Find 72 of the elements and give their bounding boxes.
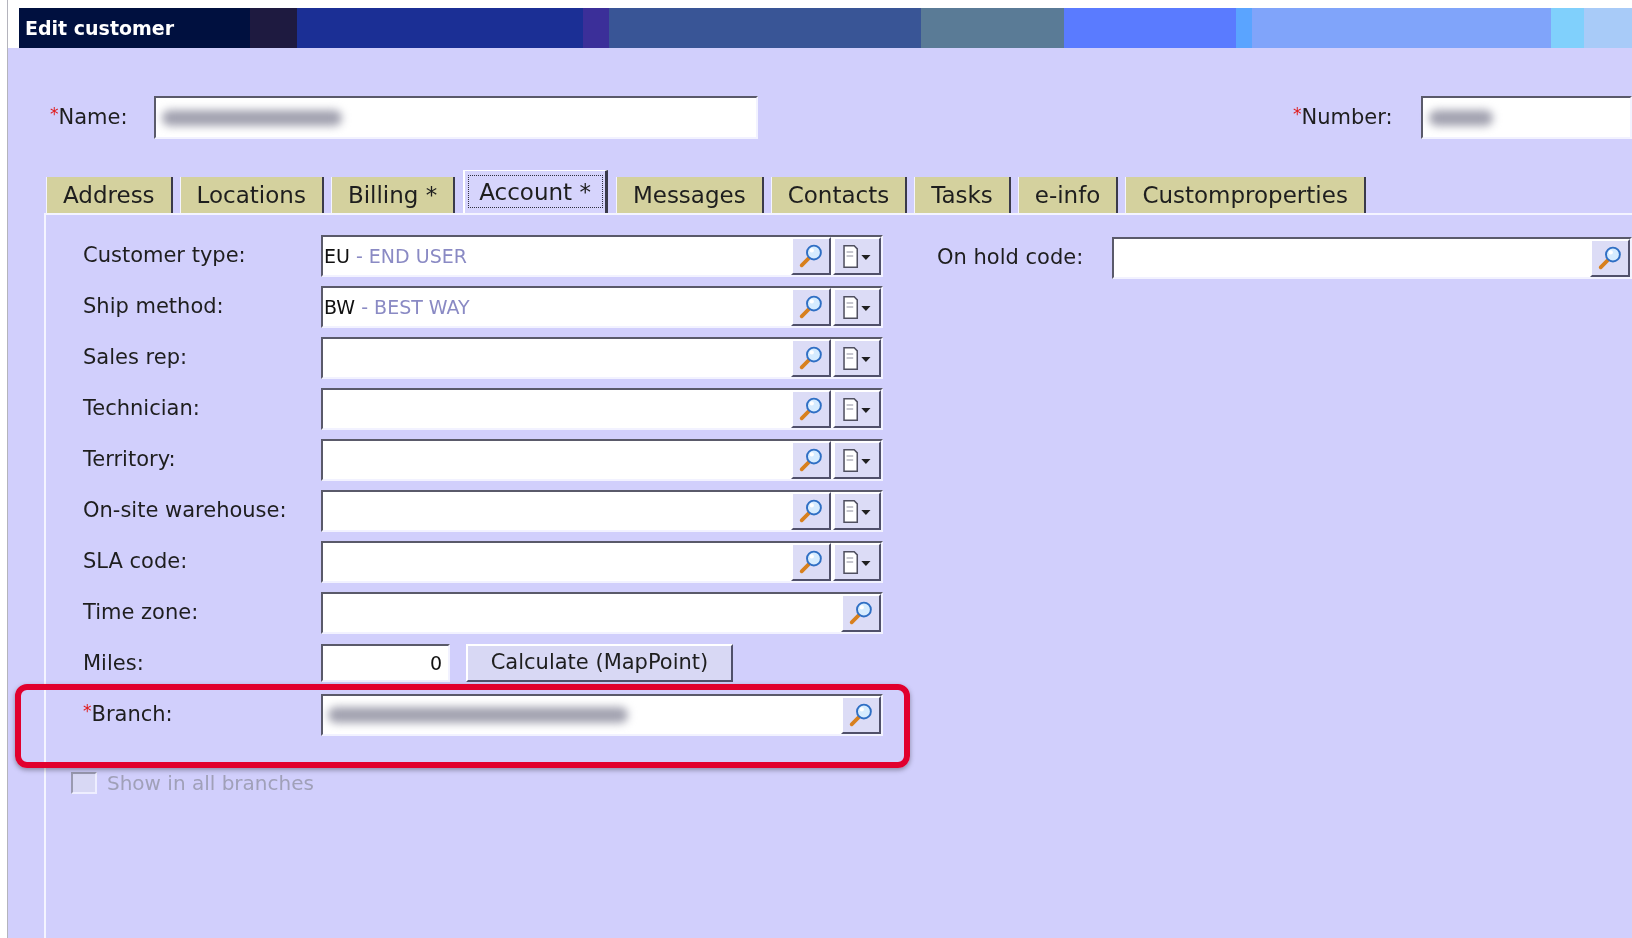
field-label: Sales rep: (83, 344, 188, 372)
tab[interactable]: Address (46, 177, 173, 213)
document-caret-icon (843, 295, 871, 319)
search-button[interactable] (791, 390, 831, 428)
field-label: Time zone: (83, 599, 199, 627)
lookup-field[interactable] (321, 337, 883, 379)
lookup-field[interactable] (321, 490, 883, 532)
text-field[interactable] (1421, 96, 1632, 139)
lookup-field[interactable]: EU - END USER (321, 235, 883, 277)
menu-button[interactable] (833, 441, 881, 479)
tab[interactable]: Tasks (914, 177, 1011, 213)
lookup-field[interactable] (321, 541, 883, 583)
tab[interactable]: e-info (1017, 177, 1119, 213)
lookup-field[interactable] (321, 694, 883, 736)
lookup-field[interactable] (321, 388, 883, 430)
tab[interactable]: Messages (615, 177, 764, 213)
tab[interactable]: Locations (179, 177, 324, 213)
menu-button[interactable] (833, 492, 881, 530)
document-caret-icon (843, 448, 871, 472)
number-field[interactable]: 0 (321, 644, 450, 682)
search-icon (799, 346, 823, 370)
document-caret-icon (843, 397, 871, 421)
field-label: Ship method: (83, 293, 224, 321)
search-icon (799, 244, 823, 268)
field-label: On hold code: (937, 244, 1084, 272)
document-caret-icon (843, 499, 871, 523)
search-button[interactable] (791, 441, 831, 479)
search-button[interactable] (841, 696, 881, 734)
search-button[interactable] (841, 594, 881, 632)
tab[interactable]: Customproperties (1125, 177, 1366, 213)
field-label: *Branch: (83, 700, 173, 729)
search-button[interactable] (791, 288, 831, 326)
search-button[interactable] (1590, 239, 1630, 277)
search-icon (849, 601, 873, 625)
calculate-button[interactable]: Calculate (MapPoint) (466, 644, 733, 682)
tab[interactable]: Billing * (330, 177, 456, 213)
search-icon (799, 448, 823, 472)
field-label: Territory: (83, 446, 176, 474)
menu-button[interactable] (833, 237, 881, 275)
tab[interactable]: Account * (463, 170, 608, 213)
menu-button[interactable] (833, 543, 881, 581)
menu-button[interactable] (833, 390, 881, 428)
document-caret-icon (843, 346, 871, 370)
search-button[interactable] (791, 543, 831, 581)
field-label: SLA code: (83, 548, 188, 576)
document-caret-icon (843, 244, 871, 268)
checkbox-label: Show in all branches (107, 770, 314, 797)
text-field[interactable] (154, 96, 758, 139)
search-icon (799, 397, 823, 421)
search-icon (849, 703, 873, 727)
search-button[interactable] (791, 237, 831, 275)
tab[interactable]: Contacts (770, 177, 908, 213)
field-label: Customer type: (83, 242, 246, 270)
search-button[interactable] (791, 492, 831, 530)
search-icon (799, 550, 823, 574)
lookup-field[interactable]: BW - BEST WAY (321, 286, 883, 328)
menu-button[interactable] (833, 288, 881, 326)
search-icon (1598, 246, 1622, 270)
field-label: *Name: (50, 102, 128, 131)
field-label: On-site warehouse: (83, 497, 287, 525)
document-caret-icon (843, 550, 871, 574)
field-label: Miles: (83, 650, 144, 678)
field-label: Technician: (83, 395, 200, 423)
lookup-field[interactable] (321, 439, 883, 481)
window-title: Edit customer (25, 15, 175, 41)
search-button[interactable] (791, 339, 831, 377)
menu-button[interactable] (833, 339, 881, 377)
search-icon (799, 499, 823, 523)
field-label: *Number: (1293, 102, 1393, 131)
lookup-field[interactable] (321, 592, 883, 634)
lookup-field[interactable] (1112, 237, 1632, 279)
search-icon (799, 295, 823, 319)
